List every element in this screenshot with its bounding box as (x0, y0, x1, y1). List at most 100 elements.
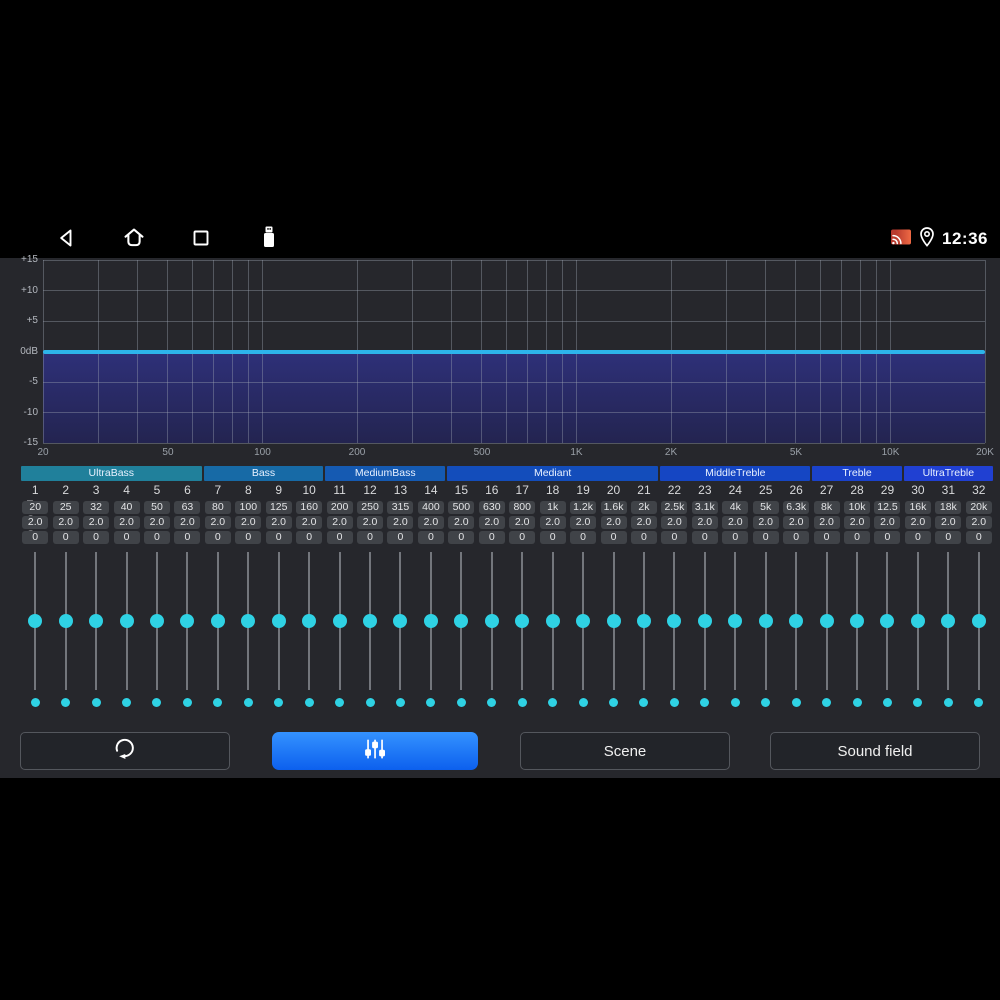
sound-field-button[interactable]: Sound field (770, 732, 980, 770)
freq-value[interactable]: 8k (813, 501, 840, 514)
q-value[interactable]: 2.0 (904, 516, 931, 529)
gain-value[interactable]: 0 (326, 531, 353, 544)
scene-button[interactable]: Scene (520, 732, 730, 770)
slider-knob[interactable] (302, 614, 317, 628)
home-button[interactable] (121, 227, 147, 253)
freq-value[interactable]: 25 (52, 501, 79, 514)
gain-value[interactable]: 0 (509, 531, 536, 544)
q-value[interactable]: 2.0 (874, 516, 901, 529)
gain-value[interactable]: 0 (448, 531, 475, 544)
q-value[interactable]: 2.0 (570, 516, 597, 529)
slider-knob[interactable] (545, 614, 560, 628)
slider-knob[interactable] (423, 614, 438, 628)
freq-value[interactable]: 315 (387, 501, 414, 514)
freq-value[interactable]: 4k (722, 501, 749, 514)
q-value[interactable]: 2.0 (691, 516, 718, 529)
q-value[interactable]: 2.0 (813, 516, 840, 529)
slider-knob[interactable] (363, 614, 378, 628)
q-value[interactable]: 2.0 (478, 516, 505, 529)
freq-value[interactable]: 160 (296, 501, 323, 514)
band-group-ultratreble[interactable]: UltraTreble (903, 466, 993, 481)
q-value[interactable]: 2.0 (204, 516, 231, 529)
slider-knob[interactable] (332, 614, 347, 628)
slider-knob[interactable] (89, 614, 104, 628)
slider-knob[interactable] (119, 614, 134, 628)
slider-knob[interactable] (484, 614, 499, 628)
slider-knob[interactable] (393, 614, 408, 628)
slider-knob[interactable] (271, 614, 286, 628)
equalizer-button[interactable] (272, 732, 478, 770)
q-value[interactable]: 2.0 (143, 516, 170, 529)
band-group-bass[interactable]: Bass (203, 466, 324, 481)
gain-value[interactable]: 0 (52, 531, 79, 544)
freq-value[interactable]: 32 (83, 501, 110, 514)
slider-knob[interactable] (941, 614, 956, 628)
gain-value[interactable]: 0 (296, 531, 323, 544)
freq-value[interactable]: 250 (357, 501, 384, 514)
freq-value[interactable]: 2k (630, 501, 657, 514)
gain-value[interactable]: 0 (691, 531, 718, 544)
slider-knob[interactable] (28, 614, 43, 628)
freq-value[interactable]: 80 (204, 501, 231, 514)
q-value[interactable]: 2.0 (52, 516, 79, 529)
gain-value[interactable]: 0 (935, 531, 962, 544)
q-value[interactable]: 2.0 (935, 516, 962, 529)
band-group-middletreble[interactable]: MiddleTreble (660, 466, 811, 481)
band-group-treble[interactable]: Treble (812, 466, 902, 481)
freq-value[interactable]: 20 (22, 501, 49, 514)
q-value[interactable]: 2.0 (357, 516, 384, 529)
gain-value[interactable]: 0 (143, 531, 170, 544)
freq-value[interactable]: 12.5 (874, 501, 901, 514)
q-value[interactable]: 2.0 (509, 516, 536, 529)
gain-value[interactable]: 0 (783, 531, 810, 544)
slider-knob[interactable] (454, 614, 469, 628)
q-value[interactable]: 2.0 (326, 516, 353, 529)
q-value[interactable]: 2.0 (174, 516, 201, 529)
band-group-mediant[interactable]: Mediant (447, 466, 659, 481)
slider-knob[interactable] (880, 614, 895, 628)
gain-value[interactable]: 0 (813, 531, 840, 544)
q-value[interactable]: 2.0 (722, 516, 749, 529)
gain-value[interactable]: 0 (570, 531, 597, 544)
slider-knob[interactable] (606, 614, 621, 628)
slider-knob[interactable] (910, 614, 925, 628)
gain-value[interactable]: 0 (22, 531, 49, 544)
gain-value[interactable]: 0 (204, 531, 231, 544)
q-value[interactable]: 2.0 (265, 516, 292, 529)
freq-value[interactable]: 10k (844, 501, 871, 514)
gain-value[interactable]: 0 (417, 531, 444, 544)
slider-knob[interactable] (789, 614, 804, 628)
gain-value[interactable]: 0 (630, 531, 657, 544)
slider-knob[interactable] (667, 614, 682, 628)
q-value[interactable]: 2.0 (844, 516, 871, 529)
gain-value[interactable]: 0 (752, 531, 779, 544)
freq-value[interactable]: 800 (509, 501, 536, 514)
gain-value[interactable]: 0 (174, 531, 201, 544)
q-value[interactable]: 2.0 (783, 516, 810, 529)
gain-value[interactable]: 0 (722, 531, 749, 544)
freq-value[interactable]: 125 (265, 501, 292, 514)
slider-knob[interactable] (697, 614, 712, 628)
gain-value[interactable]: 0 (235, 531, 262, 544)
q-value[interactable]: 2.0 (448, 516, 475, 529)
gain-value[interactable]: 0 (539, 531, 566, 544)
q-value[interactable]: 2.0 (539, 516, 566, 529)
freq-value[interactable]: 1.6k (600, 501, 627, 514)
freq-value[interactable]: 400 (417, 501, 444, 514)
band-group-ultrabass[interactable]: UltraBass (21, 466, 202, 481)
slider-knob[interactable] (576, 614, 591, 628)
q-value[interactable]: 2.0 (113, 516, 140, 529)
slider-knob[interactable] (241, 614, 256, 628)
slider-knob[interactable] (728, 614, 743, 628)
freq-value[interactable]: 100 (235, 501, 262, 514)
freq-value[interactable]: 20k (965, 501, 992, 514)
freq-value[interactable]: 16k (904, 501, 931, 514)
q-value[interactable]: 2.0 (235, 516, 262, 529)
slider-knob[interactable] (180, 614, 195, 628)
freq-value[interactable]: 6.3k (783, 501, 810, 514)
q-value[interactable]: 2.0 (965, 516, 992, 529)
slider-knob[interactable] (210, 614, 225, 628)
q-value[interactable]: 2.0 (22, 516, 49, 529)
freq-value[interactable]: 3.1k (691, 501, 718, 514)
freq-value[interactable]: 1k (539, 501, 566, 514)
